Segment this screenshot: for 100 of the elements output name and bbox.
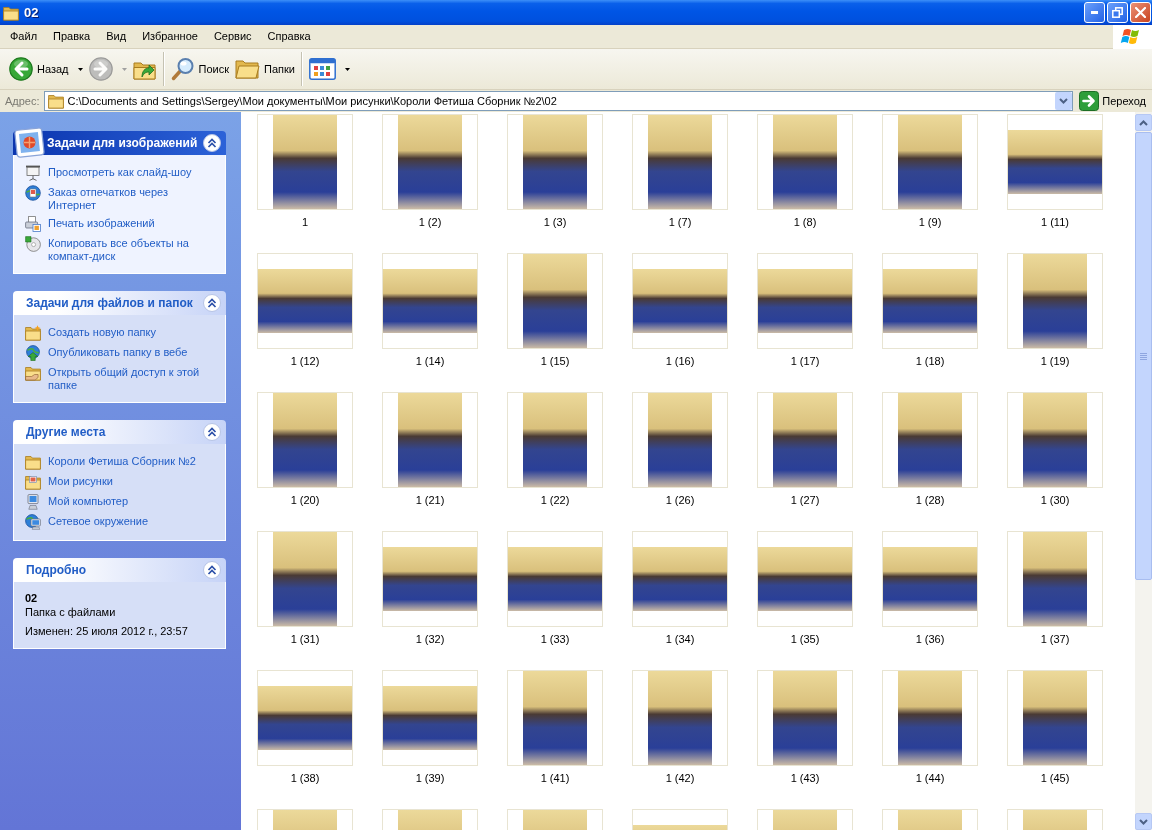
file-name[interactable]: 1 (12) — [289, 355, 321, 368]
thumbnail-frame[interactable] — [507, 392, 603, 488]
thumbnail-frame[interactable] — [257, 392, 353, 488]
file-name[interactable]: 1 (26) — [664, 494, 696, 507]
file-name[interactable]: 1 — [300, 216, 310, 229]
thumbnail-frame[interactable] — [382, 670, 478, 766]
file-name[interactable]: 1 (35) — [789, 633, 821, 646]
menu-item[interactable]: Правка — [45, 25, 99, 48]
thumbnail-frame[interactable] — [1007, 392, 1103, 488]
dropdown-button[interactable] — [1055, 92, 1073, 110]
file-name[interactable]: 1 (20) — [289, 494, 321, 507]
file-name[interactable]: 1 (33) — [539, 633, 571, 646]
thumbnail-frame[interactable] — [382, 392, 478, 488]
go-button[interactable]: Переход — [1077, 91, 1150, 111]
file-name[interactable]: 1 (7) — [667, 216, 693, 229]
collapse-button[interactable] — [203, 561, 221, 579]
task-link[interactable]: Открыть общий доступ к этой папке — [25, 365, 217, 392]
file-name[interactable]: 1 (8) — [792, 216, 818, 229]
file-name[interactable]: 1 (22) — [539, 494, 571, 507]
file-name[interactable]: 1 (2) — [417, 216, 443, 229]
file-name[interactable]: 1 (44) — [914, 772, 946, 785]
thumbnail-frame[interactable] — [257, 531, 353, 627]
task-link[interactable]: Опубликовать папку в вебе — [25, 345, 217, 361]
thumbnail-frame[interactable] — [1007, 531, 1103, 627]
file-name[interactable]: 1 (3) — [542, 216, 568, 229]
thumbnail-frame[interactable] — [632, 531, 728, 627]
scroll-up-button[interactable] — [1135, 114, 1152, 131]
scroll-down-button[interactable] — [1135, 813, 1152, 830]
thumbnail-frame[interactable] — [1007, 253, 1103, 349]
thumbnail-frame[interactable] — [507, 114, 603, 210]
task-link[interactable]: Просмотреть как слайд-шоу — [25, 165, 217, 181]
thumbnail-frame[interactable] — [507, 670, 603, 766]
thumbnail-frame[interactable] — [882, 114, 978, 210]
file-name[interactable]: 1 (37) — [1039, 633, 1071, 646]
thumbnail-frame[interactable] — [757, 253, 853, 349]
menu-item[interactable]: Файл — [2, 25, 46, 48]
task-link[interactable]: Сетевое окружение — [25, 514, 217, 530]
task-link[interactable]: Печать изображений — [25, 216, 217, 232]
thumbnail-frame[interactable] — [632, 670, 728, 766]
thumbnail-frame[interactable] — [882, 531, 978, 627]
file-name[interactable]: 1 (36) — [914, 633, 946, 646]
thumbnail-frame[interactable] — [632, 392, 728, 488]
thumbnail-frame[interactable] — [257, 670, 353, 766]
file-name[interactable]: 1 (34) — [664, 633, 696, 646]
scroll-thumb[interactable] — [1135, 132, 1152, 580]
panel-header[interactable]: Задачи для файлов и папок — [13, 291, 226, 315]
file-name[interactable]: 1 (17) — [789, 355, 821, 368]
file-name[interactable]: 1 (18) — [914, 355, 946, 368]
thumbnail-frame[interactable] — [882, 670, 978, 766]
file-name[interactable]: 1 (39) — [414, 772, 446, 785]
search-button[interactable]: Поиск — [167, 52, 232, 86]
file-name[interactable]: 1 (9) — [917, 216, 943, 229]
close-button[interactable] — [1130, 2, 1151, 23]
file-name[interactable]: 1 (14) — [414, 355, 446, 368]
thumbnail-frame[interactable] — [382, 114, 478, 210]
thumbnail-frame[interactable] — [1007, 114, 1103, 210]
thumbnail-frame[interactable] — [757, 114, 853, 210]
thumbnail-frame[interactable] — [1007, 670, 1103, 766]
collapse-button[interactable] — [203, 134, 221, 152]
collapse-button[interactable] — [203, 423, 221, 441]
panel-header[interactable]: Другие места — [13, 420, 226, 444]
task-link[interactable]: Создать новую папку — [25, 325, 217, 341]
file-name[interactable]: 1 (41) — [539, 772, 571, 785]
file-name[interactable]: 1 (42) — [664, 772, 696, 785]
task-link[interactable]: Копировать все объекты на компакт-диск — [25, 236, 217, 263]
file-name[interactable]: 1 (38) — [289, 772, 321, 785]
restore-button[interactable] — [1107, 2, 1128, 23]
thumbnail-frame[interactable] — [632, 114, 728, 210]
thumbnail-frame[interactable] — [757, 670, 853, 766]
file-name[interactable]: 1 (27) — [789, 494, 821, 507]
thumbnail-frame[interactable] — [382, 531, 478, 627]
task-link[interactable]: Короли Фетиша Сборник №2 — [25, 454, 217, 470]
file-name[interactable]: 1 (45) — [1039, 772, 1071, 785]
file-name[interactable]: 1 (31) — [289, 633, 321, 646]
address-field[interactable]: C:\Documents and Settings\Sergey\Мои документы\Мои рисунки\Короли Фетиша Сборник №2\02 — [43, 91, 1074, 111]
collapse-button[interactable] — [203, 294, 221, 312]
task-link[interactable]: Мои рисунки — [25, 474, 217, 490]
file-name[interactable]: 1 (16) — [664, 355, 696, 368]
thumbnail-frame[interactable] — [382, 253, 478, 349]
thumbnail-frame[interactable] — [757, 531, 853, 627]
file-name[interactable]: 1 (19) — [1039, 355, 1071, 368]
thumbnail-frame[interactable] — [507, 253, 603, 349]
menu-item[interactable]: Справка — [259, 25, 319, 48]
folders-button[interactable]: Папки — [232, 52, 298, 86]
thumbnail-frame[interactable] — [257, 114, 353, 210]
thumbnail-frame[interactable] — [507, 531, 603, 627]
menu-item[interactable]: Вид — [98, 25, 135, 48]
thumbnail-frame[interactable] — [882, 392, 978, 488]
file-name[interactable]: 1 (15) — [539, 355, 571, 368]
scrollbar[interactable] — [1135, 112, 1152, 830]
file-name[interactable]: 1 (11) — [1040, 216, 1070, 229]
file-name[interactable]: 1 (21) — [414, 494, 446, 507]
file-name[interactable]: 1 (43) — [789, 772, 821, 785]
file-name[interactable]: 1 (32) — [414, 633, 446, 646]
menu-item[interactable]: Сервис — [205, 25, 260, 48]
file-name[interactable]: 1 (28) — [914, 494, 946, 507]
file-name[interactable]: 1 (30) — [1039, 494, 1071, 507]
menu-item[interactable]: Избранное — [134, 25, 206, 48]
task-link[interactable]: Заказ отпечатков через Интернет — [25, 185, 217, 212]
back-button[interactable]: Назад — [6, 52, 86, 86]
